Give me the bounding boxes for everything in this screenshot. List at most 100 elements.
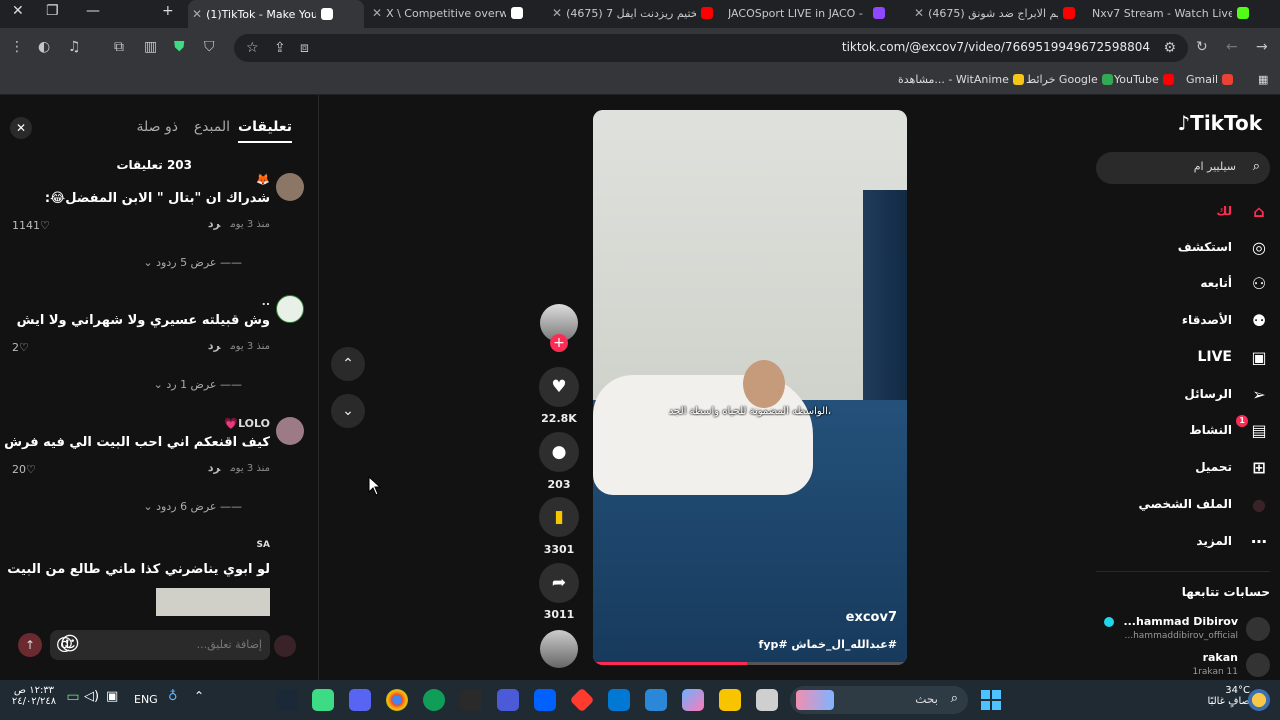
shield-outline-icon[interactable]: ⛉ <box>204 39 215 55</box>
close-tab-icon[interactable]: ✕ <box>372 6 382 20</box>
close-tab-icon[interactable]: ✕ <box>914 6 924 20</box>
store-icon[interactable] <box>645 689 667 711</box>
share-icon[interactable]: ⇪ <box>274 40 286 56</box>
following-account[interactable]: ...hammad Dibirov ...hammaddibirov_offic… <box>1096 615 1270 645</box>
share-button[interactable]: ➦ <box>539 563 579 603</box>
view-replies-button[interactable]: —— عرض 5 ردود ⌄ <box>143 256 242 269</box>
video-author[interactable]: excov7 <box>846 610 897 625</box>
bookmark-gmail[interactable]: Gmail <box>1186 73 1234 86</box>
extension-icon[interactable]: ▥ <box>144 39 157 55</box>
comment-input[interactable]: @ إضافة تعليق... <box>50 630 270 660</box>
app-green-icon[interactable] <box>312 689 334 711</box>
close-window-button[interactable]: ✕ <box>12 3 24 19</box>
nav-messages[interactable]: ➢ الرسائل <box>1100 381 1270 407</box>
emoji-icon[interactable]: ☺ <box>60 633 80 655</box>
nav-live[interactable]: ▣ LIVE <box>1100 344 1270 370</box>
tab-nxv7[interactable]: Nxv7 Stream - Watch Live <box>1092 0 1280 26</box>
nav-activity[interactable]: ▤ النشاط 1 <box>1100 415 1270 443</box>
tab-youtube-2[interactable]: ✕ (4675) تختيم ريزدنت ايفل 7 <box>548 0 724 26</box>
nav-explore[interactable]: ◎ استكشف <box>1100 234 1270 260</box>
extensions-icon[interactable]: ⧉ <box>114 39 124 55</box>
apps-icon[interactable]: ▦ <box>1258 73 1268 86</box>
clock[interactable]: ١٢:٣٣ ص ٢٤/٠٢/٢٤٨ <box>10 685 58 707</box>
comment-image[interactable] <box>156 588 270 616</box>
nav-profile[interactable]: ● الملف الشخصي <box>1100 491 1270 517</box>
bookmark-witanime[interactable]: مشاهدة... - WitAnime <box>898 73 1024 86</box>
mail-icon[interactable] <box>608 689 630 711</box>
nav-following[interactable]: ⚇ أتابعه <box>1100 270 1270 296</box>
app-red-icon[interactable] <box>569 687 595 713</box>
comment-username[interactable]: .. <box>262 295 270 308</box>
app-window-icon[interactable] <box>756 689 778 711</box>
close-tab-icon[interactable]: ✕ <box>552 6 562 20</box>
edge-icon[interactable] <box>423 689 445 711</box>
view-replies-button[interactable]: —— عرض 6 ردود ⌄ <box>143 500 242 513</box>
next-video-button[interactable]: ⌄ <box>331 394 365 428</box>
bookmark-maps[interactable]: خرائط Google <box>1026 73 1113 86</box>
tab-tiktok-active[interactable]: ✕ (1)TikTok - Make Your <box>188 0 364 28</box>
like-button[interactable]: ♥ <box>539 367 579 407</box>
network-icon[interactable]: ▣ <box>106 689 128 711</box>
bookmark-youtube[interactable]: YouTube <box>1114 73 1174 86</box>
menu-dots-icon[interactable]: ⋮ <box>10 39 24 55</box>
previous-video-button[interactable]: ⌃ <box>331 347 365 381</box>
translate-icon[interactable]: ⧈ <box>300 40 309 56</box>
video-player[interactable]: الواسطه المضمونة للحياه واسطة الجد، exco… <box>593 110 907 665</box>
tiktok-logo[interactable]: ♪TikTok <box>1177 111 1262 135</box>
address-bar[interactable]: ☆ ⇪ ⧈ tiktok.com/@excov7/video/766951994… <box>234 34 1188 62</box>
reply-button[interactable]: رد <box>208 339 221 352</box>
profile-icon[interactable]: ◐ <box>38 39 50 55</box>
avatar[interactable] <box>276 173 304 201</box>
send-comment-button[interactable]: ↑ <box>18 633 42 657</box>
copilot-icon[interactable] <box>682 689 704 711</box>
battery-icon[interactable]: ▭ <box>62 689 84 711</box>
tab-related[interactable]: ذو صلة <box>137 119 178 135</box>
following-account[interactable]: rakan 1rakan 11 <box>1096 651 1270 681</box>
forward-icon[interactable]: ← <box>1226 39 1238 55</box>
chevron-up-icon[interactable]: ⌃ <box>194 689 216 711</box>
site-settings-icon[interactable]: ⚙ <box>1163 40 1176 56</box>
file-explorer-icon[interactable] <box>719 689 741 711</box>
tab-creator[interactable]: المبدع <box>194 119 230 135</box>
windows-start-icon[interactable] <box>980 689 1002 711</box>
dropbox-icon[interactable] <box>534 689 556 711</box>
follow-plus-icon[interactable]: + <box>550 334 568 352</box>
like-count[interactable]: 2♡ <box>12 341 29 354</box>
tab-jacosport[interactable]: JACOSport LIVE in JACO - <box>728 0 906 26</box>
like-count[interactable]: 20♡ <box>12 463 36 476</box>
discord-icon[interactable] <box>349 689 371 711</box>
star-icon[interactable]: ☆ <box>246 40 259 56</box>
steam-icon[interactable] <box>276 689 298 711</box>
microphone-icon[interactable]: ♁ <box>168 689 190 711</box>
back-icon[interactable]: → <box>1256 39 1268 55</box>
nav-friends[interactable]: ⚉ الأصدقاء <box>1100 307 1270 333</box>
epic-games-icon[interactable] <box>460 689 482 711</box>
minimize-window-button[interactable]: — <box>86 3 100 19</box>
media-icon[interactable]: ♫ <box>68 39 81 55</box>
new-tab-button[interactable]: + <box>162 3 174 19</box>
favorite-button[interactable]: ▮ <box>539 497 579 537</box>
comment-username[interactable]: 🦊 <box>256 173 270 186</box>
tab-x[interactable]: ✕ X \ Competitive overwatch <box>368 0 544 26</box>
tab-youtube-1[interactable]: ✕ (4675) تيم الابراج ضد شونق <box>910 0 1088 26</box>
search-input[interactable]: ⌕ سيليير ام <box>1096 152 1270 184</box>
language-indicator[interactable]: ENG <box>134 693 158 706</box>
like-count[interactable]: 1141♡ <box>12 219 50 232</box>
volume-icon[interactable]: ◁) <box>84 689 106 711</box>
chrome-icon[interactable] <box>386 689 408 711</box>
nav-upload[interactable]: ⊞ تحميل <box>1100 454 1270 480</box>
reply-button[interactable]: رد <box>208 217 221 230</box>
shield-icon[interactable]: ⛊ <box>174 39 185 55</box>
nav-more[interactable]: ⋯ المزيد <box>1100 528 1270 554</box>
url-text[interactable]: tiktok.com/@excov7/video/766951994967259… <box>842 40 1150 54</box>
comment-username[interactable]: LOLO💗 <box>224 417 270 430</box>
avatar[interactable] <box>276 417 304 445</box>
reply-button[interactable]: رد <box>208 461 221 474</box>
music-disc-avatar[interactable] <box>540 630 578 668</box>
weather-widget[interactable]: 34°C صافٍ غالبًا <box>1208 685 1250 707</box>
avatar[interactable] <box>276 295 304 323</box>
close-tab-icon[interactable]: ✕ <box>192 7 202 21</box>
app-purple-icon[interactable] <box>497 689 519 711</box>
comment-button[interactable]: ● <box>539 432 579 472</box>
video-caption[interactable]: #عبدالله_ال_خماش #fyp <box>759 638 897 651</box>
